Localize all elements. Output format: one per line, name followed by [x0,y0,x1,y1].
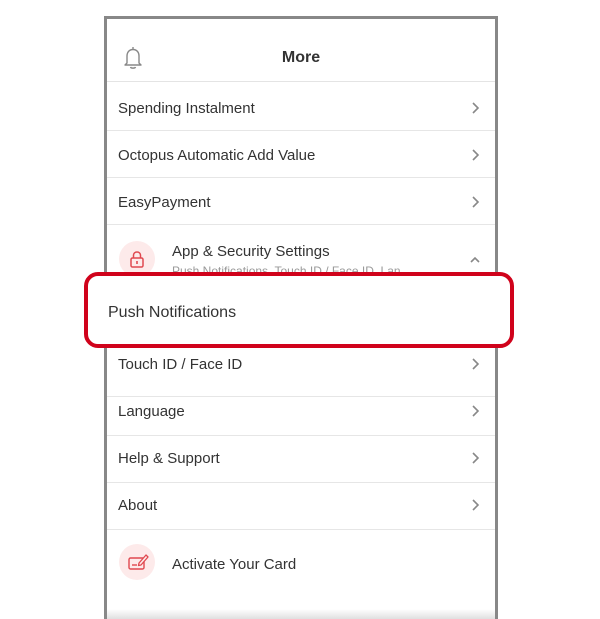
chevron-right-icon [472,358,480,370]
bottom-shadow [107,609,495,619]
menu-item-label: EasyPayment [118,194,211,211]
menu-item-label: Spending Instalment [118,100,255,117]
menu-item-label: Help & Support [118,450,220,467]
chevron-right-icon [472,196,480,208]
page-title: More [281,49,321,66]
menu-item-easypayment[interactable]: EasyPayment [107,178,495,225]
push-notifications-label: Push Notifications [108,304,237,321]
chevron-right-icon [472,102,480,114]
push-notifications-highlight[interactable]: Push Notifications [84,272,514,348]
menu-item-label: Octopus Automatic Add Value [118,147,316,164]
menu-item-label: Touch ID / Face ID [118,356,243,373]
chevron-right-icon [472,405,480,417]
chevron-right-icon [472,452,480,464]
chevron-up-icon [470,256,480,263]
menu-item-language[interactable]: Language [107,389,495,436]
card-edit-icon [119,544,155,580]
chevron-right-icon [472,499,480,511]
menu-item-label: Language [118,403,185,420]
chevron-right-icon [472,149,480,161]
menu-item-about[interactable]: About [107,483,495,530]
menu-item-activate-card[interactable]: Activate Your Card [107,530,495,600]
header: More [107,19,495,82]
menu-item-spending-instalment[interactable]: Spending Instalment [107,84,495,131]
menu-item-octopus-aav[interactable]: Octopus Automatic Add Value [107,131,495,178]
menu-item-label: About [118,497,158,514]
menu-item-label: App & Security Settings [172,243,330,260]
menu-item-label: Activate Your Card [172,556,297,573]
menu-item-help-support[interactable]: Help & Support [107,436,495,483]
